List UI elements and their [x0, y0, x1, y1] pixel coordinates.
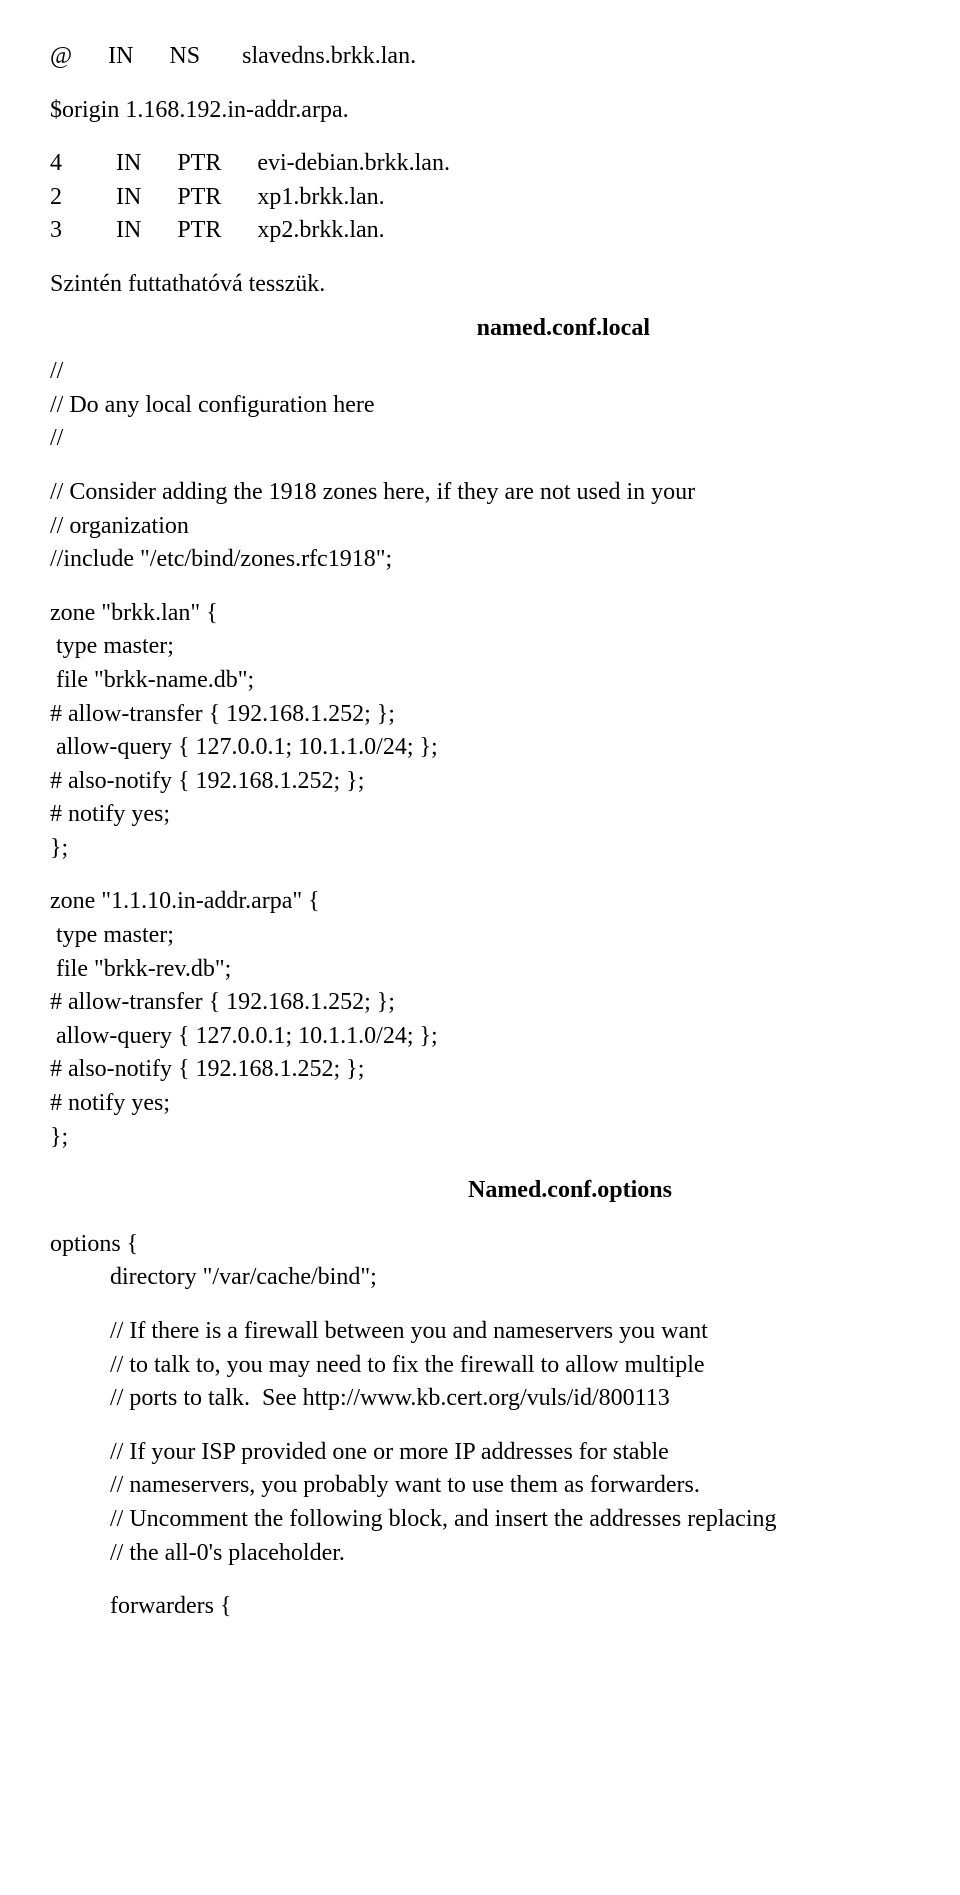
zone1-notify: # notify yes; [50, 798, 910, 832]
local-comment-4: // Consider adding the 1918 zones here, … [50, 476, 910, 510]
zone2-close: }; [50, 1121, 910, 1155]
zone1-open: zone "brkk.lan" { [50, 597, 910, 631]
zone2-allow-transfer: # allow-transfer { 192.168.1.252; }; [50, 986, 910, 1020]
ptr-record-3: 3 IN PTR xp2.brkk.lan. [50, 214, 910, 248]
origin-line: $origin 1.168.192.in-addr.arpa. [50, 94, 910, 128]
zone2-notify: # notify yes; [50, 1087, 910, 1121]
zone2-type: type master; [50, 919, 910, 953]
zone1-close: }; [50, 832, 910, 866]
local-comment-2: // Do any local configuration here [50, 389, 910, 423]
options-comment-firewall-1: // If there is a firewall between you an… [50, 1315, 910, 1349]
options-comment-firewall-3: // ports to talk. See http://www.kb.cert… [50, 1382, 910, 1416]
runnable-note: Szintén futtathatóvá tesszük. [50, 268, 910, 302]
options-comment-isp-4: // the all-0's placeholder. [50, 1537, 910, 1571]
local-include: //include "/etc/bind/zones.rfc1918"; [50, 543, 910, 577]
ptr-record-1: 4 IN PTR evi-debian.brkk.lan. [50, 147, 910, 181]
local-comment-3: // [50, 422, 910, 456]
options-comment-isp-1: // If your ISP provided one or more IP a… [50, 1436, 910, 1470]
heading-named-conf-local: named.conf.local [50, 312, 910, 346]
zone1-allow-transfer: # allow-transfer { 192.168.1.252; }; [50, 698, 910, 732]
options-open: options { [50, 1228, 910, 1262]
local-comment-1: // [50, 355, 910, 389]
options-comment-isp-3: // Uncomment the following block, and in… [50, 1503, 910, 1537]
options-comment-firewall-2: // to talk to, you may need to fix the f… [50, 1349, 910, 1383]
ptr-record-2: 2 IN PTR xp1.brkk.lan. [50, 181, 910, 215]
options-comment-isp-2: // nameservers, you probably want to use… [50, 1469, 910, 1503]
zone1-allow-query: allow-query { 127.0.0.1; 10.1.1.0/24; }; [50, 731, 910, 765]
zone2-open: zone "1.1.10.in-addr.arpa" { [50, 885, 910, 919]
heading-named-conf-options: Named.conf.options [50, 1174, 910, 1208]
zone2-allow-query: allow-query { 127.0.0.1; 10.1.1.0/24; }; [50, 1020, 910, 1054]
zone2-also-notify: # also-notify { 192.168.1.252; }; [50, 1053, 910, 1087]
zone1-type: type master; [50, 630, 910, 664]
zone2-file: file "brkk-rev.db"; [50, 953, 910, 987]
local-comment-5: // organization [50, 510, 910, 544]
options-directory: directory "/var/cache/bind"; [50, 1261, 910, 1295]
ns-record-line: @ IN NS slavedns.brkk.lan. [50, 40, 910, 74]
zone1-also-notify: # also-notify { 192.168.1.252; }; [50, 765, 910, 799]
options-forwarders: forwarders { [50, 1590, 910, 1624]
zone1-file: file "brkk-name.db"; [50, 664, 910, 698]
